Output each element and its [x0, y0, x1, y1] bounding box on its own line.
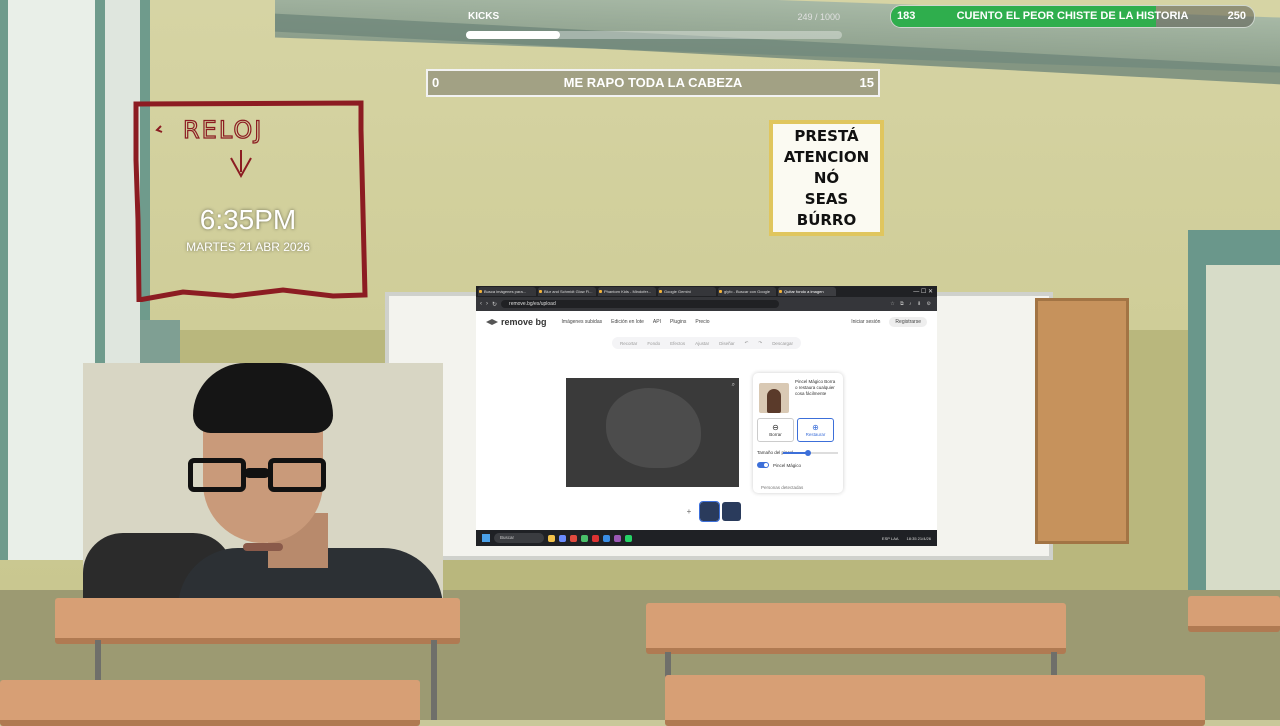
nav-link[interactable]: Edición en lote: [611, 319, 644, 325]
browser-tab[interactable]: Google Gemini: [658, 287, 716, 296]
plus-circle-icon: ⊕: [812, 423, 819, 432]
browser-tab[interactable]: Phantom Kids - Mindofer...: [598, 287, 656, 296]
taskbar-app-icon[interactable]: [548, 534, 555, 542]
tray-clock[interactable]: 18:35 21/4/26: [907, 536, 931, 541]
goal-end-value: 250: [1227, 10, 1246, 22]
goal-bar: 183 CUENTO EL PEOR CHISTE DE LA HISTORIA…: [890, 5, 1255, 28]
desk: [0, 680, 420, 726]
preview-thumbnail: [759, 383, 789, 413]
magic-brush-label: Pincel Mágico: [773, 463, 802, 468]
nav-link[interactable]: Imágenes subidas: [562, 319, 603, 325]
desk: [665, 675, 1205, 726]
editor-toolbar: Recortar Fondo Efectos Ajustar Diseñar ↶…: [612, 337, 801, 349]
sub-goal-title: ME RAPO TODA LA CABEZA: [563, 75, 743, 90]
sign-line: ATENCION: [783, 147, 870, 166]
taskbar-app-icon[interactable]: [559, 534, 566, 542]
nav-link[interactable]: Precio: [695, 319, 709, 325]
toolbar-design[interactable]: Diseñar: [719, 341, 735, 346]
magic-brush-panel: Pincel Mágico Borra o restaura cualquier…: [753, 373, 843, 493]
clock-date: MARTES 21 ABR 2026: [186, 240, 310, 254]
toolbar-adjust[interactable]: Ajustar: [695, 341, 709, 346]
taskbar-app-icon[interactable]: [581, 534, 588, 542]
windows-taskbar: Buscar ESP LAA 18:35 21/4/26: [476, 530, 937, 546]
brush-size-slider[interactable]: [783, 450, 838, 456]
streamer-hair: [193, 363, 333, 433]
browser-tab[interactable]: glyfo - Buscar con Google: [718, 287, 776, 296]
sub-goal-bar: 0 ME RAPO TODA LA CABEZA 15: [426, 69, 880, 97]
sign-line: SEAS: [804, 189, 849, 208]
image-thumbnails: +: [681, 501, 741, 522]
extensions-icons[interactable]: ☆ ⧉ ♪ ⬇ ⚙: [890, 301, 933, 307]
sign-line: NÓ: [813, 168, 840, 187]
tray-language[interactable]: ESP LAA: [882, 536, 899, 541]
browser-tab[interactable]: Busca imágenes para...: [478, 287, 536, 296]
corkboard: [1035, 298, 1129, 544]
sign-line: BÚRRO: [796, 210, 857, 229]
site-header: remove bg Imágenes subidas Edición en lo…: [476, 311, 937, 333]
slider-knob[interactable]: [804, 450, 811, 456]
add-image-button[interactable]: +: [681, 504, 697, 520]
streamer-mouth: [243, 543, 283, 551]
windows-start-icon[interactable]: [482, 534, 490, 542]
goal-title: CUENTO EL PEOR CHISTE DE LA HISTORIA: [956, 10, 1189, 22]
reload-icon[interactable]: ↻: [492, 301, 497, 308]
toolbar-effects[interactable]: Efectos: [670, 341, 685, 346]
taskbar-app-icon[interactable]: [603, 534, 610, 542]
image-thumbnail[interactable]: [722, 502, 741, 521]
taskbar-app-icon[interactable]: [625, 534, 632, 542]
window-controls[interactable]: — ☐ ✕: [913, 288, 937, 295]
site-logo[interactable]: remove bg: [486, 317, 547, 327]
editor-toolbar-row: Recortar Fondo Efectos Ajustar Diseñar ↶…: [476, 333, 937, 353]
image-thumbnail[interactable]: [699, 501, 720, 522]
redo-icon[interactable]: ↷: [758, 340, 762, 346]
desk: [55, 598, 460, 644]
detected-people-label[interactable]: Personas detectadas: [761, 485, 803, 490]
kicks-label: KICKS: [468, 11, 500, 22]
magic-brush-toggle[interactable]: [757, 462, 769, 468]
toolbar-background[interactable]: Fondo: [647, 341, 660, 346]
clock-widget: RELOJ 6:35PM MARTES 21 ABR 2026: [133, 100, 368, 302]
forward-icon[interactable]: ›: [486, 301, 488, 307]
back-icon[interactable]: ‹: [480, 301, 482, 307]
clock-time: 6:35PM: [199, 204, 297, 235]
sign-line: PRESTÁ: [794, 126, 859, 145]
erase-button[interactable]: ⊖ Borrar: [757, 418, 794, 442]
taskbar-app-icon[interactable]: [592, 534, 599, 542]
browser-tab-bar: Busca imágenes para... Blur and Schmidt …: [476, 286, 937, 297]
screen-share: Busca imágenes para... Blur and Schmidt …: [476, 286, 937, 546]
clock-handwritten-label: RELOJ: [183, 116, 263, 144]
kicks-count: 249 / 1000: [797, 12, 840, 22]
taskbar-app-icon[interactable]: [570, 534, 577, 542]
magic-brush-description: Pincel Mágico Borra o restaura cualquier…: [795, 379, 836, 396]
address-bar[interactable]: remove.bg/es/upload: [501, 300, 780, 308]
sub-goal-end-value: 15: [859, 75, 874, 90]
address-bar-row: ‹ › ↻ remove.bg/es/upload ☆ ⧉ ♪ ⬇ ⚙: [476, 297, 937, 311]
attention-sign: PRESTÁ ATENCION NÓ SEAS BÚRRO: [769, 120, 884, 236]
desk: [1188, 596, 1280, 632]
minus-circle-icon: ⊖: [772, 423, 779, 432]
magnifier-icon[interactable]: ⌕: [732, 382, 735, 389]
browser-tab[interactable]: Blur and Schmidt Glow Fi...: [538, 287, 596, 296]
toolbar-crop[interactable]: Recortar: [620, 341, 637, 346]
restore-button[interactable]: ⊕ Restaurar: [797, 418, 834, 442]
taskbar-search[interactable]: Buscar: [494, 533, 544, 543]
image-canvas[interactable]: ⌕: [566, 378, 739, 487]
kicks-progress-track: [466, 31, 842, 39]
undo-icon[interactable]: ↶: [745, 340, 749, 346]
nav-link[interactable]: Plugins: [670, 319, 686, 325]
image-subject: [606, 388, 701, 468]
kicks-progress-fill: [466, 31, 560, 39]
hand-drawn-frame: RELOJ: [133, 100, 368, 302]
webcam-feed: [83, 363, 443, 598]
login-link[interactable]: Iniciar sesión: [851, 319, 880, 325]
register-button[interactable]: Registrarse: [889, 317, 927, 327]
taskbar-app-icon[interactable]: [614, 534, 621, 542]
nav-link[interactable]: API: [653, 319, 661, 325]
download-button[interactable]: Descargar: [772, 341, 793, 346]
glasses: [188, 458, 328, 494]
desk: [646, 603, 1066, 654]
logo-icon: [486, 319, 498, 325]
browser-tab-active[interactable]: Quitar fondo a imagen: [778, 287, 836, 296]
